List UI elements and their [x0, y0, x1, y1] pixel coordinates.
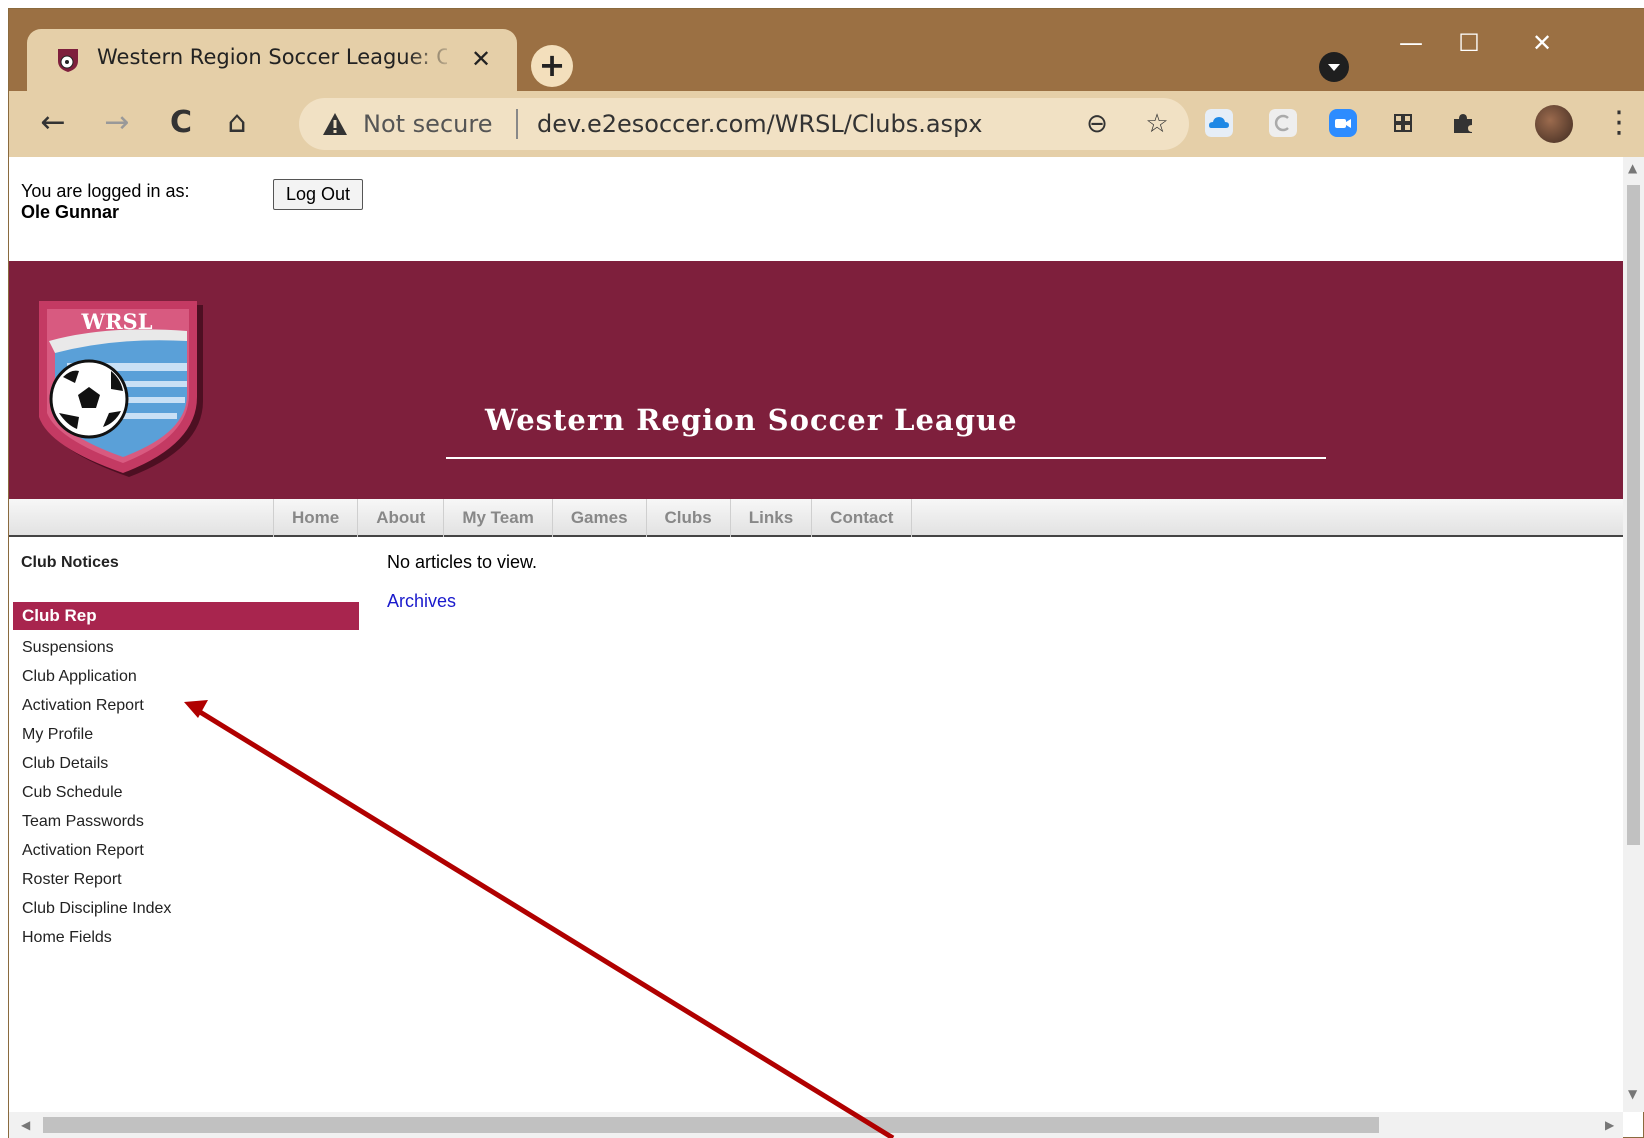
home-icon[interactable]: ⌂ [215, 101, 259, 145]
sidebar-item-home-fields[interactable]: Home Fields [22, 923, 171, 952]
horizontal-scrollbar[interactable]: ◀ ▶ [9, 1112, 1623, 1138]
zoom-icon[interactable]: ⊖ [1079, 106, 1115, 142]
scroll-up-arrow-icon[interactable]: ▲ [1628, 161, 1637, 175]
no-articles-message: No articles to view. [387, 552, 538, 572]
page-viewport: You are logged in as: Ole Gunnar Log Out… [9, 157, 1623, 1112]
sidebar-item-club-discipline-index[interactable]: Club Discipline Index [22, 894, 171, 923]
sidebar-item-my-profile[interactable]: My Profile [22, 720, 171, 749]
main-navbar: Home About My Team Games Clubs Links Con… [9, 499, 1623, 537]
url-text[interactable]: dev.e2esoccer.com/WRSL/Clubs.aspx [537, 110, 983, 138]
nav-home[interactable]: Home [273, 499, 357, 537]
reload-icon[interactable]: C [159, 101, 203, 145]
crest-text: WRSL [81, 309, 153, 334]
scroll-right-arrow-icon[interactable]: ▶ [1605, 1118, 1614, 1132]
sidebar-item-team-passwords[interactable]: Team Passwords [22, 807, 171, 836]
browser-tab[interactable]: Western Region Soccer League: C ✕ [27, 29, 517, 91]
tab-search-icon[interactable] [1319, 52, 1349, 82]
banner-title: Western Region Soccer League [485, 403, 1018, 437]
forward-icon[interactable]: → [95, 101, 139, 145]
wrsl-favicon-icon [58, 49, 78, 72]
nav-my-team[interactable]: My Team [443, 499, 552, 537]
tab-close-icon[interactable]: ✕ [465, 43, 497, 75]
browser-toolbar: ← → C ⌂ Not secure dev.e2esoccer.com/WRS… [9, 91, 1644, 157]
grid-extension-icon[interactable] [1389, 109, 1417, 137]
nav-links[interactable]: Links [729, 499, 811, 537]
scroll-down-arrow-icon[interactable]: ▼ [1628, 1087, 1637, 1101]
vertical-scroll-thumb[interactable] [1627, 185, 1640, 845]
cloud-extension-icon[interactable] [1205, 109, 1233, 137]
banner-underline [446, 457, 1326, 459]
maximize-button[interactable]: ☐ [1439, 23, 1499, 63]
security-label[interactable]: Not secure [363, 110, 492, 138]
club-notices-heading[interactable]: Club Notices [21, 554, 119, 572]
sidebar-item-club-schedule[interactable]: Cub Schedule [22, 778, 171, 807]
browser-titlebar: Western Region Soccer League: C ✕ + — ☐ … [9, 9, 1644, 91]
login-label: You are logged in as: [21, 181, 190, 201]
browser-menu-icon[interactable]: ⋮ [1604, 101, 1634, 145]
extensions-puzzle-icon[interactable] [1449, 109, 1477, 137]
nav-about[interactable]: About [357, 499, 443, 537]
sidebar-item-activation-report[interactable]: Activation Report [22, 691, 171, 720]
scroll-left-arrow-icon[interactable]: ◀ [21, 1118, 30, 1132]
warning-icon[interactable] [321, 110, 349, 138]
address-bar[interactable]: Not secure dev.e2esoccer.com/WRSL/Clubs.… [299, 98, 1189, 150]
profile-avatar[interactable] [1535, 105, 1573, 143]
nav-clubs[interactable]: Clubs [645, 499, 730, 537]
new-tab-button[interactable]: + [531, 45, 573, 87]
club-rep-header: Club Rep [13, 602, 359, 630]
omnibox-divider [516, 109, 518, 139]
archives-link[interactable]: Archives [387, 591, 456, 612]
wrsl-crest-logo[interactable]: WRSL [37, 301, 217, 481]
sidebar-item-suspensions[interactable]: Suspensions [22, 633, 171, 662]
nav-contact[interactable]: Contact [811, 499, 913, 537]
zoom-extension-icon[interactable] [1329, 109, 1357, 137]
sidebar-item-club-application[interactable]: Club Application [22, 662, 171, 691]
sidebar-item-club-details[interactable]: Club Details [22, 749, 171, 778]
tab-title: Western Region Soccer League: C [97, 45, 447, 69]
club-rep-menu: Suspensions Club Application Activation … [22, 633, 171, 952]
horizontal-scroll-thumb[interactable] [43, 1117, 1379, 1133]
minimize-button[interactable]: — [1381, 23, 1441, 63]
nav-games[interactable]: Games [551, 499, 646, 537]
logout-button[interactable]: Log Out [273, 179, 364, 210]
login-user-name: Ole Gunnar [21, 202, 120, 222]
sidebar-item-activation-report-2[interactable]: Activation Report [22, 836, 171, 865]
vertical-scrollbar[interactable]: ▲ ▼ [1623, 157, 1644, 1112]
close-window-button[interactable]: ✕ [1512, 23, 1572, 63]
bookmark-star-icon[interactable]: ☆ [1139, 106, 1175, 142]
tab-title-fade [407, 43, 457, 75]
sidebar-item-roster-report[interactable]: Roster Report [22, 865, 171, 894]
back-icon[interactable]: ← [31, 101, 75, 145]
site-banner: WRSL Western Region Soccer League [9, 261, 1623, 499]
c-extension-icon[interactable] [1269, 109, 1297, 137]
